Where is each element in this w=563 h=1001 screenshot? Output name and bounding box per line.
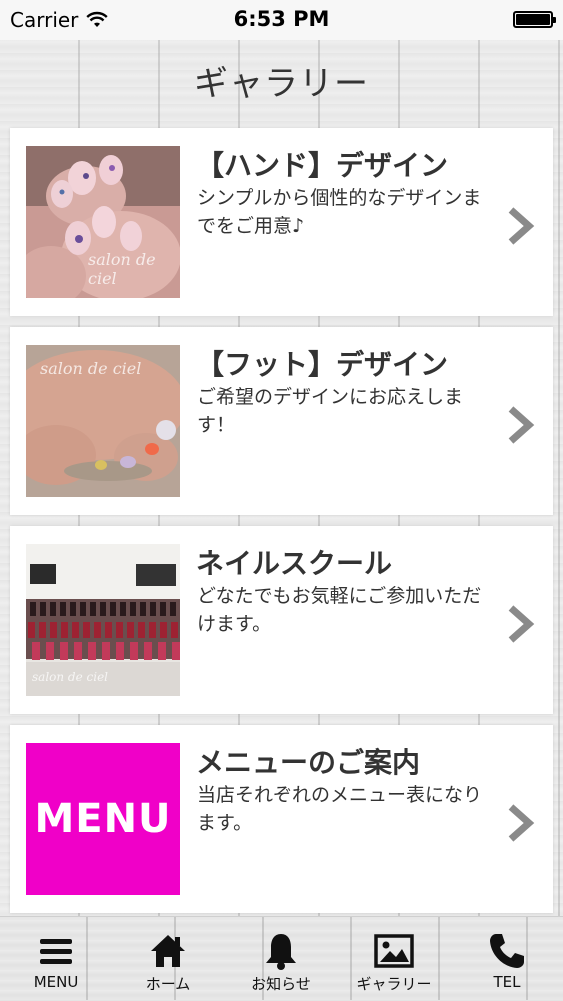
thumbnail-watermark: salon de ciel — [32, 670, 109, 684]
status-bar: Carrier 6:53 PM — [0, 0, 563, 40]
gallery-item-foot[interactable]: salon de ciel 【フット】デザイン ご希望のデザインにお応えします！ — [10, 327, 553, 515]
tab-news[interactable]: お知らせ — [225, 917, 337, 1001]
card-title: 【ハンド】デザイン — [196, 149, 449, 182]
chevron-right-icon — [508, 605, 535, 643]
card-title: ネイルスクール — [196, 547, 393, 580]
tab-tel[interactable]: TEL — [451, 917, 563, 1001]
foot-nail-thumbnail: salon de ciel — [26, 345, 180, 497]
thumbnail-watermark: salon de ciel — [40, 359, 142, 378]
status-time: 6:53 PM — [233, 7, 330, 31]
nail-school-thumbnail: salon de ciel — [26, 544, 180, 696]
tab-home[interactable]: ホーム — [112, 917, 224, 1001]
thumbnail-watermark: salon de ciel — [88, 250, 156, 288]
gallery-item-school[interactable]: salon de ciel ネイルスクール どなたでもお気軽にご参加いただけます… — [10, 526, 553, 714]
battery-icon — [513, 11, 556, 28]
card-title: 【フット】デザイン — [196, 348, 449, 381]
tab-label: お知らせ — [251, 975, 311, 993]
tab-menu[interactable]: MENU — [0, 917, 112, 1001]
gallery-item-hand[interactable]: salon de ciel 【ハンド】デザイン シンプルから個性的なデザインまで… — [10, 128, 553, 316]
menu-thumbnail: MENU — [26, 743, 180, 895]
tab-gallery[interactable]: ギャラリー — [338, 917, 450, 1001]
page-title: ギャラリー — [194, 63, 369, 104]
gallery-item-menu[interactable]: MENU メニューのご案内 当店それぞれのメニュー表になります。 — [10, 725, 553, 913]
card-description: ご希望のデザインにお応えします！ — [197, 386, 464, 436]
chevron-right-icon — [508, 804, 535, 842]
phone-icon — [490, 934, 524, 968]
home-icon — [151, 935, 185, 967]
card-description: シンプルから個性的なデザインまでをご用意♪ — [197, 187, 482, 237]
hand-nail-thumbnail: salon de ciel — [26, 146, 180, 298]
tab-label: ギャラリー — [356, 975, 432, 993]
hamburger-icon — [40, 939, 72, 964]
card-description: 当店それぞれのメニュー表になります。 — [197, 784, 483, 834]
menu-thumbnail-text: MENU — [34, 796, 172, 842]
tab-bar: MENU ホーム お知らせ ギャラリー TEL — [0, 916, 563, 1000]
tab-label: TEL — [493, 973, 521, 991]
bell-icon — [266, 934, 296, 970]
tab-label: MENU — [33, 973, 79, 991]
image-icon — [374, 934, 414, 968]
chevron-right-icon — [508, 406, 535, 444]
card-description: どなたでもお気軽にご参加いただけます。 — [197, 585, 482, 635]
card-title: メニューのご案内 — [196, 746, 421, 779]
chevron-right-icon — [508, 207, 535, 245]
tab-label: ホーム — [145, 975, 191, 993]
